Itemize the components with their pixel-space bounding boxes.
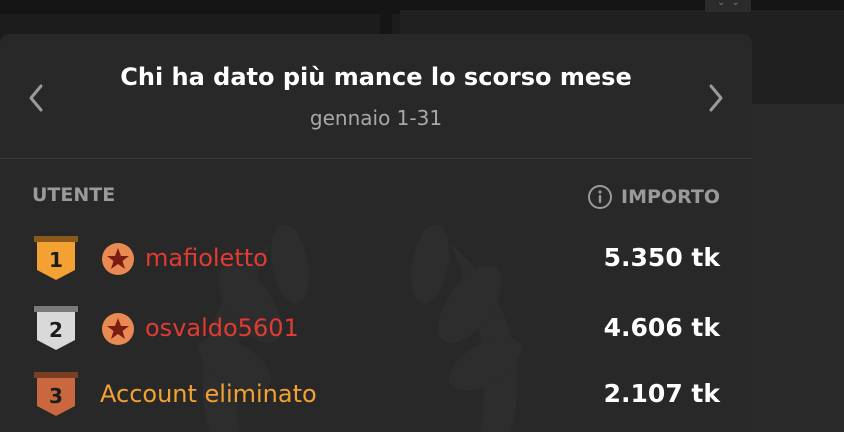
username-link[interactable]: mafioletto <box>145 244 268 272</box>
column-header-user: UTENTE <box>32 184 116 206</box>
top-tippers-panel: Chi ha dato più mance lo scorso mese gen… <box>0 34 752 432</box>
panel-header: Chi ha dato più mance lo scorso mese gen… <box>0 34 752 159</box>
silver-medal-icon: 2 <box>34 306 78 350</box>
leaderboard-row: 2 osvaldo5601 4.606 tk <box>0 300 752 360</box>
info-icon[interactable] <box>587 184 613 210</box>
chevron-right-icon <box>709 84 723 112</box>
background-side <box>752 104 844 432</box>
column-header-amount-label: IMPORTO <box>621 186 720 208</box>
tip-amount: 2.107 tk <box>603 379 720 408</box>
leaderboard-row: 1 mafioletto 5.350 tk <box>0 230 752 290</box>
leaderboard-row: 3 Account eliminato 2.107 tk <box>0 366 752 426</box>
svg-text:2: 2 <box>49 318 63 342</box>
star-badge-icon <box>102 243 134 275</box>
gold-medal-icon: 1 <box>34 236 78 280</box>
username-link[interactable]: osvaldo5601 <box>145 314 299 342</box>
next-month-button[interactable] <box>702 78 730 118</box>
svg-text:3: 3 <box>49 384 63 408</box>
date-range: gennaio 1-31 <box>309 106 443 130</box>
bronze-medal-icon: 3 <box>34 372 78 416</box>
panel-title: Chi ha dato più mance lo scorso mese <box>120 63 632 91</box>
column-header-amount: IMPORTO <box>587 184 720 210</box>
deleted-account-label: Account eliminato <box>100 380 317 408</box>
svg-text:1: 1 <box>49 248 63 272</box>
expand-icon[interactable]: ⌄⌄ <box>705 0 751 12</box>
tip-amount: 5.350 tk <box>603 243 720 272</box>
star-badge-icon <box>102 313 134 345</box>
tip-amount: 4.606 tk <box>603 313 720 342</box>
